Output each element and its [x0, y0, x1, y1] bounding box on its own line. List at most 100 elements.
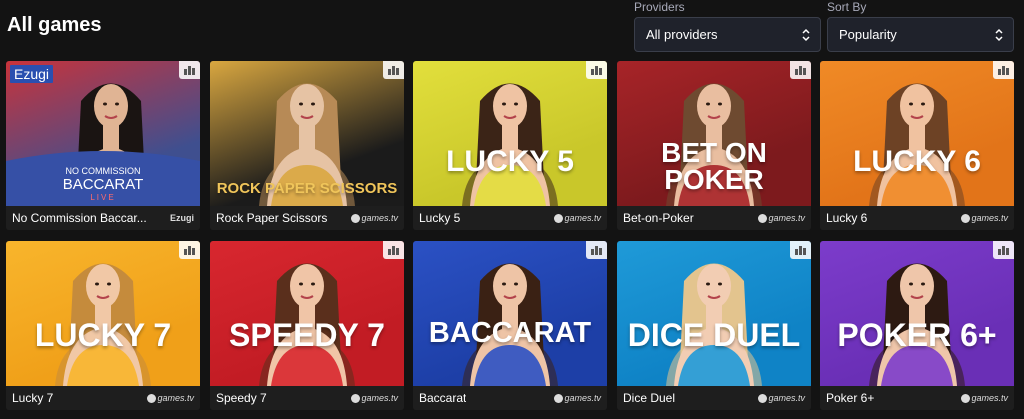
games-tv-logo-icon [351, 393, 361, 403]
game-tile[interactable]: ROCK PAPER SCISSORS Rock Paper Scissors ga… [210, 61, 404, 230]
stats-icon[interactable] [993, 241, 1014, 259]
games-tv-logo-icon [351, 213, 361, 223]
tile-footer: Rock Paper Scissors games.tv [210, 206, 404, 230]
games-tv-logo-icon [554, 393, 564, 403]
game-tile[interactable]: POKER 6+ Poker 6+ games.tv [820, 241, 1014, 410]
provider-name: games.tv [971, 393, 1008, 403]
art-title: BET ON POKER [661, 137, 767, 196]
game-name: Rock Paper Scissors [216, 211, 328, 225]
tile-footer: Lucky 5 games.tv [413, 206, 607, 230]
provider-logo: games.tv [554, 393, 601, 403]
sort-select[interactable]: Popularity [827, 17, 1014, 52]
tile-footer: Bet-on-Poker games.tv [617, 206, 811, 230]
provider-logo: games.tv [351, 393, 398, 403]
tile-footer: Lucky 6 games.tv [820, 206, 1014, 230]
provider-name: games.tv [971, 213, 1008, 223]
providers-select[interactable]: All providers [634, 17, 821, 52]
stats-icon[interactable] [179, 61, 200, 79]
art-title: BACCARAT [428, 317, 592, 349]
provider-name: games.tv [361, 213, 398, 223]
art-title: POKER 6+ [837, 317, 997, 353]
game-artwork: SPEEDY 7 [210, 241, 404, 386]
presenter-illustration [666, 263, 762, 386]
stats-icon[interactable] [586, 61, 607, 79]
game-tile[interactable]: SPEEDY 7 Speedy 7 games.tv [210, 241, 404, 410]
game-artwork: LUCKY 5 [413, 61, 607, 206]
sort-label: Sort By [827, 0, 867, 14]
game-artwork: ROCK PAPER SCISSORS [210, 61, 404, 206]
game-artwork: BACCARAT [413, 241, 607, 386]
stats-icon[interactable] [383, 241, 404, 259]
tile-footer: Lucky 7 games.tv [6, 386, 200, 410]
game-artwork: Ezugi NO COMMISSION BACCARAT LIVE [6, 61, 200, 206]
chevron-up-down-icon [802, 28, 810, 41]
tile-footer: No Commission Baccar... Ezugi [6, 206, 200, 230]
games-tv-logo-icon [961, 213, 971, 223]
art-title: LUCKY 7 [34, 317, 172, 353]
provider-name: games.tv [768, 213, 805, 223]
game-artwork: BET ON POKER [617, 61, 811, 206]
provider-logo: games.tv [961, 393, 1008, 403]
presenter-illustration [462, 83, 558, 206]
stats-icon[interactable] [383, 61, 404, 79]
page-title: All games [7, 14, 102, 36]
stats-icon[interactable] [993, 61, 1014, 79]
provider-name: games.tv [157, 393, 194, 403]
game-name: Baccarat [419, 391, 467, 405]
provider-logo: games.tv [758, 393, 805, 403]
provider-name: games.tv [768, 393, 805, 403]
games-tv-logo-icon [758, 213, 768, 223]
art-title: LUCKY 6 [853, 145, 981, 178]
provider-name: games.tv [564, 393, 601, 403]
game-tile[interactable]: Ezugi NO COMMISSION BACCARAT LIVE No Commiss… [6, 61, 200, 230]
provider-logo: games.tv [147, 393, 194, 403]
game-tile[interactable]: DICE DUEL Dice Duel games.tv [617, 241, 811, 410]
provider-name: Ezugi [170, 213, 194, 223]
game-name: Bet-on-Poker [623, 211, 694, 225]
chevron-up-down-icon [995, 28, 1003, 41]
provider-logo: games.tv [351, 213, 398, 223]
provider-logo: games.tv [961, 213, 1008, 223]
art-title: SPEEDY 7 [229, 317, 385, 353]
sort-filter: Sort By Popularity [827, 0, 1014, 52]
stats-icon[interactable] [586, 241, 607, 259]
provider-logo: games.tv [554, 213, 601, 223]
providers-value: All providers [646, 27, 718, 42]
presenter-illustration [462, 263, 558, 386]
game-artwork: LUCKY 6 [820, 61, 1014, 206]
stats-icon[interactable] [790, 241, 811, 259]
games-tv-logo-icon [147, 393, 157, 403]
providers-label: Providers [634, 0, 685, 14]
game-tile[interactable]: LUCKY 5 Lucky 5 games.tv [413, 61, 607, 230]
game-tile[interactable]: LUCKY 6 Lucky 6 games.tv [820, 61, 1014, 230]
art-title: LUCKY 5 [446, 145, 574, 178]
presenter-illustration [869, 263, 965, 386]
provider-name: games.tv [361, 393, 398, 403]
ezugi-logo: Ezugi [10, 65, 54, 83]
stats-icon[interactable] [790, 61, 811, 79]
game-name: Lucky 5 [419, 211, 461, 225]
games-page: All games Providers All providers Sort B… [0, 0, 1024, 419]
tile-footer: Baccarat games.tv [413, 386, 607, 410]
games-tv-logo-icon [758, 393, 768, 403]
tile-footer: Poker 6+ games.tv [820, 386, 1014, 410]
stats-icon[interactable] [179, 241, 200, 259]
game-artwork: DICE DUEL [617, 241, 811, 386]
art-caption: NO COMMISSION [65, 166, 141, 176]
provider-logo: Ezugi [170, 213, 194, 223]
art-title: ROCK PAPER SCISSORS [216, 180, 398, 197]
game-tile[interactable]: BET ON POKER Bet-on-Poker games.tv [617, 61, 811, 230]
game-name: Dice Duel [623, 391, 676, 405]
presenter-illustration [55, 263, 151, 386]
provider-name: games.tv [564, 213, 601, 223]
game-tile[interactable]: BACCARAT Baccarat games.tv [413, 241, 607, 410]
live-badge: LIVE [90, 193, 116, 202]
game-artwork: POKER 6+ [820, 241, 1014, 386]
game-name: Speedy 7 [216, 391, 267, 405]
providers-filter: Providers All providers [634, 0, 821, 52]
game-name: Poker 6+ [826, 391, 875, 405]
art-title: DICE DUEL [627, 317, 801, 353]
game-tile[interactable]: LUCKY 7 Lucky 7 games.tv [6, 241, 200, 410]
games-tv-logo-icon [961, 393, 971, 403]
tile-footer: Speedy 7 games.tv [210, 386, 404, 410]
